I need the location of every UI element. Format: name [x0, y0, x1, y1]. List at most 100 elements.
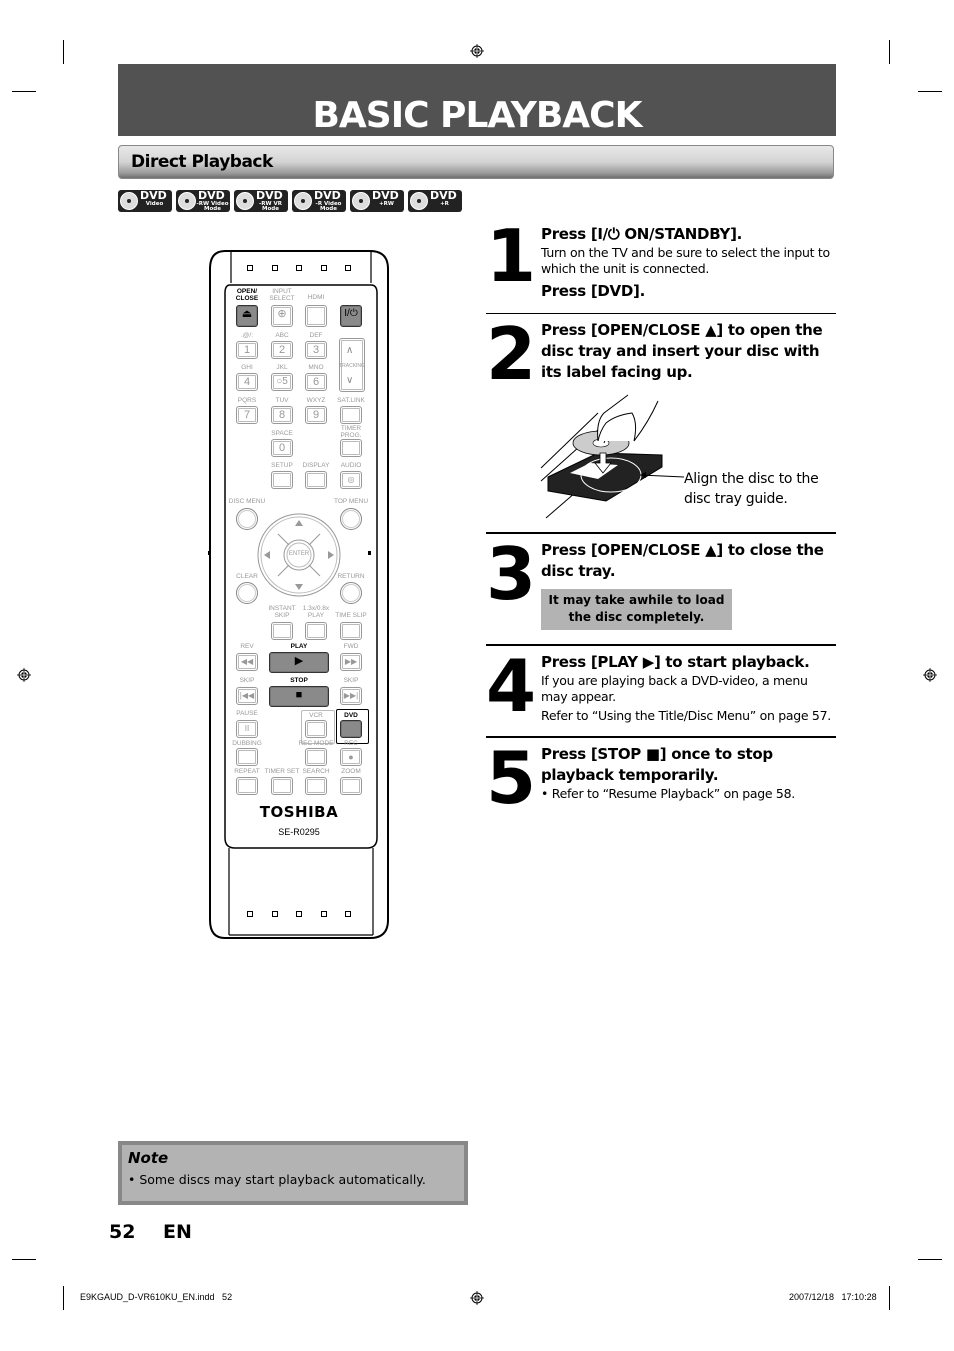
key-7-button[interactable]: 7 — [236, 406, 258, 424]
fwd-button[interactable]: ▶▶ — [340, 653, 362, 671]
disc-badge: DVD Video — [118, 190, 172, 212]
step-heading: Press [STOP ■] once to stop playback tem… — [541, 745, 773, 784]
stop-button[interactable]: ■ — [269, 686, 329, 707]
skip-fwd-button[interactable]: ▶▶| — [340, 687, 362, 705]
dubbing-button[interactable] — [236, 748, 258, 766]
indicator-led — [247, 911, 253, 917]
crop-mark — [918, 91, 942, 92]
disc-tray-illustration — [540, 394, 685, 519]
step-number: 4 — [486, 644, 536, 728]
return-button[interactable] — [340, 582, 362, 604]
step-number: 3 — [486, 532, 536, 616]
key-9-button[interactable]: 9 — [305, 406, 327, 424]
vcr-button[interactable] — [305, 720, 327, 738]
label-key-5: JKL — [276, 364, 288, 371]
registration-mark-icon — [17, 668, 31, 682]
footer-timestamp: 2007/12/18 17:10:28 — [789, 1292, 877, 1302]
label-clear: CLEAR — [236, 573, 258, 580]
search-button[interactable] — [305, 777, 327, 795]
label-timer-prog: TIMER PROG. — [340, 425, 362, 439]
key-6-button[interactable]: 6 — [305, 373, 327, 391]
section-header: Direct Playback — [118, 145, 834, 179]
step-number: 1 — [486, 214, 536, 298]
top-menu-button[interactable] — [340, 508, 362, 530]
dvd-button[interactable] — [340, 720, 362, 738]
label-key-9: WXYZ — [306, 397, 326, 404]
setup-button[interactable] — [271, 471, 293, 489]
speed-play-button[interactable] — [305, 622, 327, 640]
indicator-led — [345, 911, 351, 917]
indicator-led — [321, 911, 327, 917]
input-select-button[interactable]: ⊕ — [271, 305, 293, 327]
skip-back-button[interactable]: |◀◀ — [236, 687, 258, 705]
label-open-close: OPEN/ CLOSE — [235, 288, 259, 302]
label-speed-play: 1.3x/0.8x PLAY — [302, 605, 330, 619]
rec-mode-button[interactable] — [305, 748, 327, 766]
play-button[interactable]: ▶ — [269, 652, 329, 673]
disc-badge: DVD +RW — [350, 190, 404, 212]
time-slip-button[interactable] — [340, 622, 362, 640]
rev-button[interactable]: ◀◀ — [236, 653, 258, 671]
repeat-button[interactable] — [236, 777, 258, 795]
disc-icon — [352, 192, 370, 210]
zoom-button[interactable] — [340, 777, 362, 795]
step-number: 2 — [486, 312, 536, 396]
label-disc-menu: DISC MENU — [228, 498, 266, 505]
open-close-button[interactable]: ⏏ — [236, 305, 258, 327]
clear-button[interactable] — [236, 582, 258, 604]
disc-badge: DVD -R Video Mode — [292, 190, 346, 212]
crop-mark — [63, 1286, 64, 1310]
key-2-button[interactable]: 2 — [271, 341, 293, 359]
audio-button[interactable]: ◎ — [340, 471, 362, 489]
label-key-3: DEF — [309, 332, 323, 339]
indicator-led — [247, 265, 253, 271]
divider — [486, 313, 836, 314]
hdmi-button[interactable] — [305, 305, 327, 327]
step-heading: Press [OPEN/CLOSE ▲] to open the disc tr… — [541, 321, 823, 381]
label-return: RETURN — [337, 573, 365, 580]
label-input-select: INPUT SELECT — [269, 288, 295, 302]
crop-mark — [889, 40, 890, 64]
key-8-button[interactable]: 8 — [271, 406, 293, 424]
key-1-button[interactable]: 1 — [236, 341, 258, 359]
instant-skip-button[interactable] — [271, 622, 293, 640]
page-language: EN — [163, 1221, 192, 1243]
label-key-6: MNO — [308, 364, 324, 371]
disc-compatibility-badges: DVD Video DVD -RW Video Mode DVD -RW VR Mod… — [118, 190, 462, 212]
disc-icon — [178, 192, 196, 210]
step-heading: Press [DVD]. — [541, 282, 645, 300]
disc-menu-button[interactable] — [236, 508, 258, 530]
label-space: SPACE — [271, 430, 293, 437]
label-play: PLAY — [290, 643, 308, 650]
disc-icon — [294, 192, 312, 210]
pause-button[interactable]: II — [236, 720, 258, 738]
indicator-led — [272, 911, 278, 917]
key-0-button[interactable]: 0 — [271, 439, 293, 457]
label-time-slip: TIME SLIP — [335, 612, 367, 619]
label-dubbing: DUBBING — [232, 740, 262, 747]
brand-logo: TOSHIBA — [259, 803, 339, 821]
label-fwd: FWD — [343, 643, 359, 650]
key-4-button[interactable]: 4 — [236, 373, 258, 391]
remote-control-illustration: OPEN/ CLOSE INPUT SELECT HDMI ⏏ ⊕ I/⏻ .@… — [205, 245, 395, 945]
disc-badge: DVD -RW VR Mode — [234, 190, 288, 212]
power-button[interactable]: I/⏻ — [340, 305, 362, 327]
label-key-7: PQRS — [237, 397, 257, 404]
label-rev: REV — [240, 643, 254, 650]
key-3-button[interactable]: 3 — [305, 341, 327, 359]
sat-link-button[interactable] — [340, 406, 362, 424]
key-5-button[interactable]: ○5 — [271, 373, 293, 391]
label-search: SEARCH — [302, 768, 330, 775]
label-stop: STOP — [290, 677, 308, 684]
display-button[interactable] — [305, 471, 327, 489]
label-audio: AUDIO — [340, 462, 362, 469]
enter-button[interactable]: ENTER — [289, 551, 309, 558]
illustration-caption: Align the disc to the disc tray guide. — [684, 471, 819, 507]
rec-button[interactable]: ● — [340, 748, 362, 766]
label-top-menu: TOP MENU — [333, 498, 369, 505]
label-skip-fwd: SKIP — [343, 677, 359, 684]
timer-prog-button[interactable] — [340, 439, 362, 457]
indicator-led — [345, 265, 351, 271]
timer-set-button[interactable] — [271, 777, 293, 795]
step-heading: Press [I/⏻ ON/STANDBY]. — [541, 225, 743, 243]
